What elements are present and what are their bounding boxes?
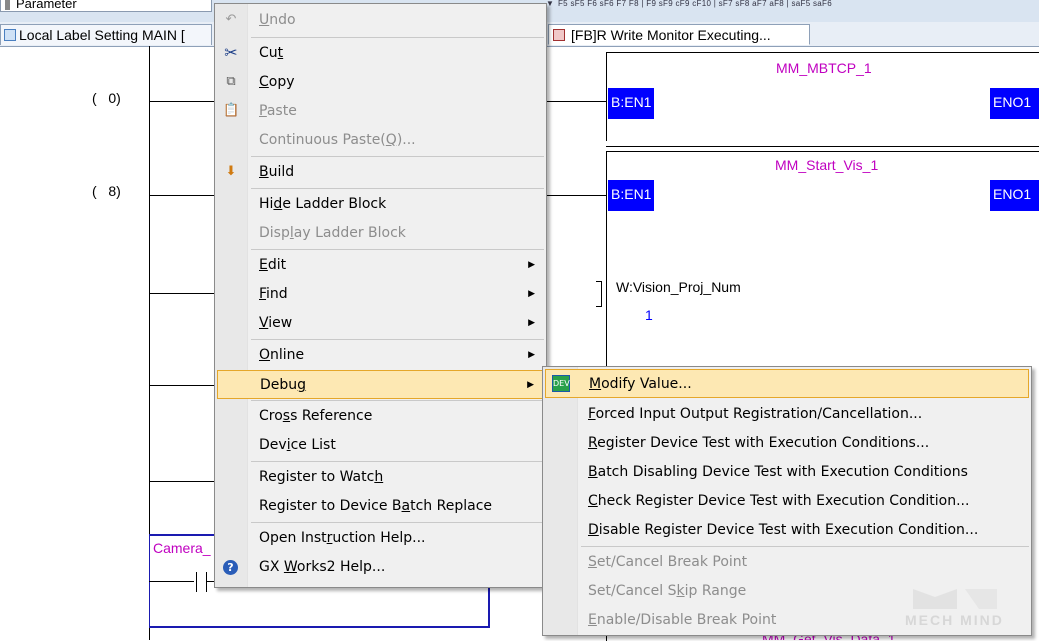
submenu-arrow-icon: ▶ — [528, 350, 535, 360]
menu-item-check-register-device-test[interactable]: Check Register Device Test with Executio… — [543, 487, 1031, 516]
build-icon: ⬇ — [225, 164, 237, 179]
menu-separator — [251, 188, 544, 189]
function-key-toolbar[interactable]: F5 sF5 F6 sF6 F7 F8 | F9 sF9 cF9 cF10 | … — [558, 0, 1039, 10]
operand-bracket — [596, 281, 602, 307]
menu-item-cut[interactable]: ✂ Cut — [215, 39, 546, 68]
input-pin[interactable]: B:EN1 — [608, 180, 655, 211]
current-value: 1 — [645, 307, 653, 323]
submenu-arrow-icon: ▶ — [528, 318, 535, 328]
tab-label: Local Label Setting MAIN [ — [19, 27, 185, 43]
tree-node-icon — [5, 0, 10, 10]
menu-item-open-instruction-help[interactable]: Open Instruction Help... — [215, 524, 546, 553]
menu-separator — [251, 339, 544, 340]
submenu-arrow-icon: ▶ — [528, 260, 535, 270]
scissors-icon: ✂ — [224, 43, 238, 62]
menu-item-modify-value[interactable]: DEV Modify Value... — [545, 369, 1029, 398]
function-block-title: MM_Start_Vis_1 — [775, 157, 879, 173]
tab-label: [FB]R Write Monitor Executing... — [571, 27, 771, 43]
step-number: ( 8) — [92, 183, 121, 199]
paste-icon: 📋 — [223, 103, 240, 118]
modify-value-icon: DEV — [552, 375, 570, 392]
menu-item-undo[interactable]: ↶ Undo — [215, 6, 546, 35]
menu-item-debug[interactable]: Debug ▶ — [217, 370, 544, 399]
tab-local-label-setting[interactable]: Local Label Setting MAIN [ — [0, 24, 212, 45]
menu-item-hide-ladder-block[interactable]: Hide Ladder Block — [215, 190, 546, 219]
menu-item-view[interactable]: View ▶ — [215, 309, 546, 338]
menu-item-register-to-watch[interactable]: Register to Watch — [215, 463, 546, 492]
function-block-title: MM_MBTCP_1 — [776, 60, 872, 76]
menu-separator — [251, 461, 544, 462]
menu-item-set-cancel-break-point[interactable]: Set/Cancel Break Point — [543, 548, 1031, 577]
watermark-logo: MECH MIND — [905, 585, 1035, 635]
menu-item-forced-io[interactable]: Forced Input Output Registration/Cancell… — [543, 400, 1031, 429]
menu-item-register-device-test[interactable]: Register Device Test with Execution Cond… — [543, 429, 1031, 458]
step-number: ( 0) — [92, 90, 121, 106]
contact-symbol[interactable] — [206, 572, 207, 592]
comment-label: Camera_ — [153, 540, 211, 556]
menu-item-register-batch-replace[interactable]: Register to Device Batch Replace — [215, 492, 546, 521]
menu-item-gx-works2-help[interactable]: ? GX Works2 Help... — [215, 553, 546, 582]
menu-item-build[interactable]: ⬇ Build — [215, 158, 546, 187]
function-block-icon — [553, 29, 565, 41]
menu-separator — [251, 249, 544, 250]
rung-line — [149, 481, 219, 482]
rung-line — [149, 293, 219, 294]
menu-separator — [251, 522, 544, 523]
menu-item-disable-register-device-test[interactable]: Disable Register Device Test with Execut… — [543, 516, 1031, 545]
tab-fb-write-monitor[interactable]: [FB]R Write Monitor Executing... — [548, 24, 810, 45]
menu-item-edit[interactable]: Edit ▶ — [215, 251, 546, 280]
label-table-icon — [4, 29, 16, 41]
menu-item-online[interactable]: Online ▶ — [215, 341, 546, 370]
output-pin[interactable]: ENO1 — [990, 180, 1039, 211]
menu-item-continuous-paste[interactable]: Continuous Paste(Q)... — [215, 126, 546, 155]
menu-item-copy[interactable]: ⧉ Copy — [215, 68, 546, 97]
rung-line — [149, 385, 219, 386]
device-variable[interactable]: W:Vision_Proj_Num — [616, 279, 741, 295]
undo-icon: ↶ — [225, 12, 237, 27]
menu-item-find[interactable]: Find ▶ — [215, 280, 546, 309]
rung-line — [149, 581, 194, 582]
submenu-arrow-icon: ▶ — [528, 289, 535, 299]
copy-icon: ⧉ — [226, 74, 236, 89]
parameter-label: Parameter — [16, 0, 77, 11]
menu-separator — [251, 156, 544, 157]
menu-item-display-ladder-block[interactable]: Display Ladder Block — [215, 219, 546, 248]
menu-item-paste[interactable]: 📋 Paste — [215, 97, 546, 126]
watermark-mark-icon — [913, 589, 997, 609]
output-pin[interactable]: ENO1 — [990, 88, 1039, 119]
menu-item-device-list[interactable]: Device List — [215, 431, 546, 460]
menu-item-batch-disabling-device-test[interactable]: Batch Disabling Device Test with Executi… — [543, 458, 1031, 487]
help-icon: ? — [223, 560, 238, 575]
watermark-text: MECH MIND — [905, 612, 1004, 628]
contact-symbol[interactable] — [196, 572, 197, 592]
parameter-tree-item[interactable]: Parameter — [0, 0, 212, 12]
submenu-arrow-icon: ▶ — [527, 380, 534, 390]
block-divider — [606, 146, 1039, 147]
menu-separator — [251, 37, 544, 38]
input-pin[interactable]: B:EN1 — [608, 88, 655, 119]
context-menu: ↶ Undo ✂ Cut ⧉ Copy 📋 Paste Continuous P… — [214, 3, 547, 588]
menu-separator — [581, 546, 1029, 547]
menu-item-cross-reference[interactable]: Cross Reference — [215, 402, 546, 431]
menu-separator — [251, 400, 544, 401]
